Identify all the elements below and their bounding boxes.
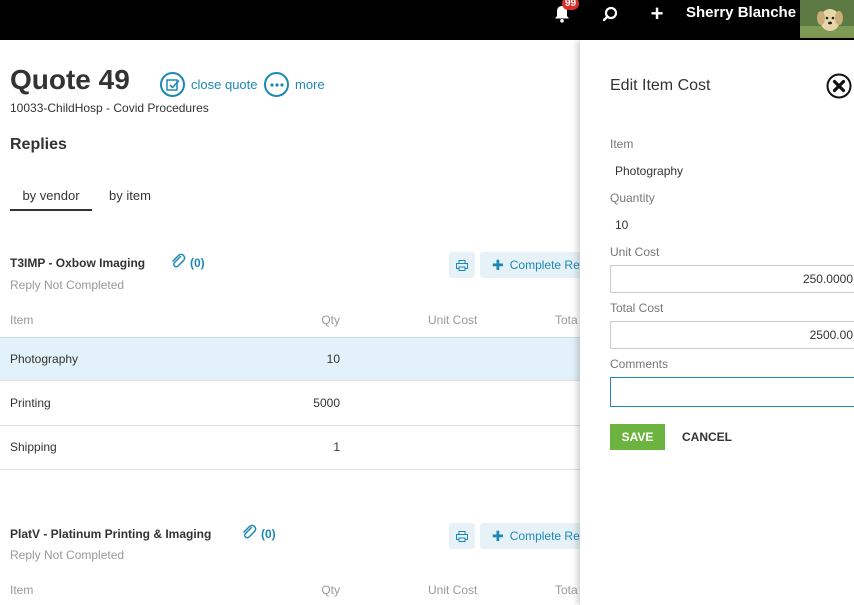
close-quote-icon [160, 72, 185, 97]
cancel-button[interactable]: CANCEL [682, 424, 732, 450]
column-header-item: Item [10, 583, 34, 597]
column-header-total: Tota [555, 313, 578, 327]
column-header-qty: Qty [321, 583, 340, 597]
attachments-count: (0) [261, 526, 276, 541]
plus-icon: ✚ [492, 256, 504, 273]
top-bar: 99 + Sherry Blanche [0, 0, 854, 40]
attachments-link[interactable]: (0) [170, 253, 205, 272]
add-new-icon[interactable]: + [645, 0, 669, 28]
row-qty: 1 [333, 440, 340, 454]
complete-reply-button[interactable]: ✚ Complete Re [480, 523, 580, 549]
more-label: more [295, 77, 325, 92]
row-qty: 5000 [313, 396, 340, 410]
more-button[interactable]: more [264, 72, 325, 97]
print-icon [456, 530, 468, 542]
quote-subtitle: 10033-ChildHosp - Covid Procedures [10, 101, 209, 115]
attachments-link[interactable]: (0) [241, 524, 276, 543]
item-value: Photography [615, 164, 684, 178]
complete-reply-label: Complete Re [509, 529, 580, 543]
close-quote-button[interactable]: close quote [160, 72, 258, 97]
row-qty: 10 [326, 352, 340, 366]
print-button[interactable] [449, 523, 475, 549]
row-item: Printing [10, 396, 51, 410]
row-item: Photography [10, 352, 79, 366]
reply-status: Reply Not Completed [10, 278, 125, 292]
reply-status: Reply Not Completed [10, 548, 125, 562]
tab-by-vendor[interactable]: by vendor [10, 188, 92, 211]
comments-label: Comments [610, 357, 669, 371]
print-icon [456, 259, 468, 271]
close-panel-icon[interactable] [826, 73, 852, 99]
column-header-item: Item [10, 313, 34, 327]
replies-heading: Replies [10, 136, 67, 153]
complete-reply-button[interactable]: ✚ Complete Re [480, 252, 580, 278]
more-dots-icon [264, 72, 289, 97]
item-label: Item [610, 137, 634, 151]
user-avatar[interactable] [800, 0, 854, 38]
print-button[interactable] [449, 252, 475, 278]
complete-reply-label: Complete Re [509, 258, 580, 272]
close-quote-label: close quote [191, 77, 258, 92]
table-row[interactable]: Printing 5000 [0, 382, 580, 426]
quantity-value: 10 [615, 218, 629, 232]
user-name[interactable]: Sherry Blanche [686, 4, 796, 21]
vendor-name: PlatV - Platinum Printing & Imaging [10, 527, 212, 541]
paperclip-icon [241, 524, 257, 543]
search-icon[interactable] [597, 0, 623, 28]
save-button[interactable]: SAVE [610, 424, 665, 450]
quote-main: Quote 49 close quote more 10033-ChildHos… [0, 40, 580, 605]
vendor-name: T3IMP - Oxbow Imaging [10, 256, 146, 270]
notification-count-badge: 99 [562, 0, 580, 10]
unit-cost-label: Unit Cost [610, 245, 660, 259]
unit-cost-input[interactable]: 250.0000 [610, 265, 854, 293]
total-cost-label: Total Cost [610, 301, 664, 315]
edit-item-cost-panel: Edit Item Cost Item Photography Quantity… [580, 40, 854, 605]
column-header-unit-cost: Unit Cost [428, 583, 478, 597]
column-header-total: Tota [555, 583, 578, 597]
panel-title: Edit Item Cost [610, 77, 711, 94]
page-title: Quote 49 [10, 64, 130, 95]
row-item: Shipping [10, 440, 57, 454]
attachments-count: (0) [190, 255, 205, 270]
total-cost-input[interactable]: 2500.00 [610, 321, 854, 349]
table-row[interactable]: Shipping 1 [0, 426, 580, 470]
plus-icon: ✚ [492, 527, 504, 544]
comments-input[interactable] [610, 377, 854, 407]
quantity-label: Quantity [610, 191, 655, 205]
paperclip-icon [170, 253, 186, 272]
table-row[interactable]: Photography 10 [0, 337, 580, 381]
tab-by-item[interactable]: by item [109, 188, 151, 203]
column-header-unit-cost: Unit Cost [428, 313, 478, 327]
column-header-qty: Qty [321, 313, 340, 327]
